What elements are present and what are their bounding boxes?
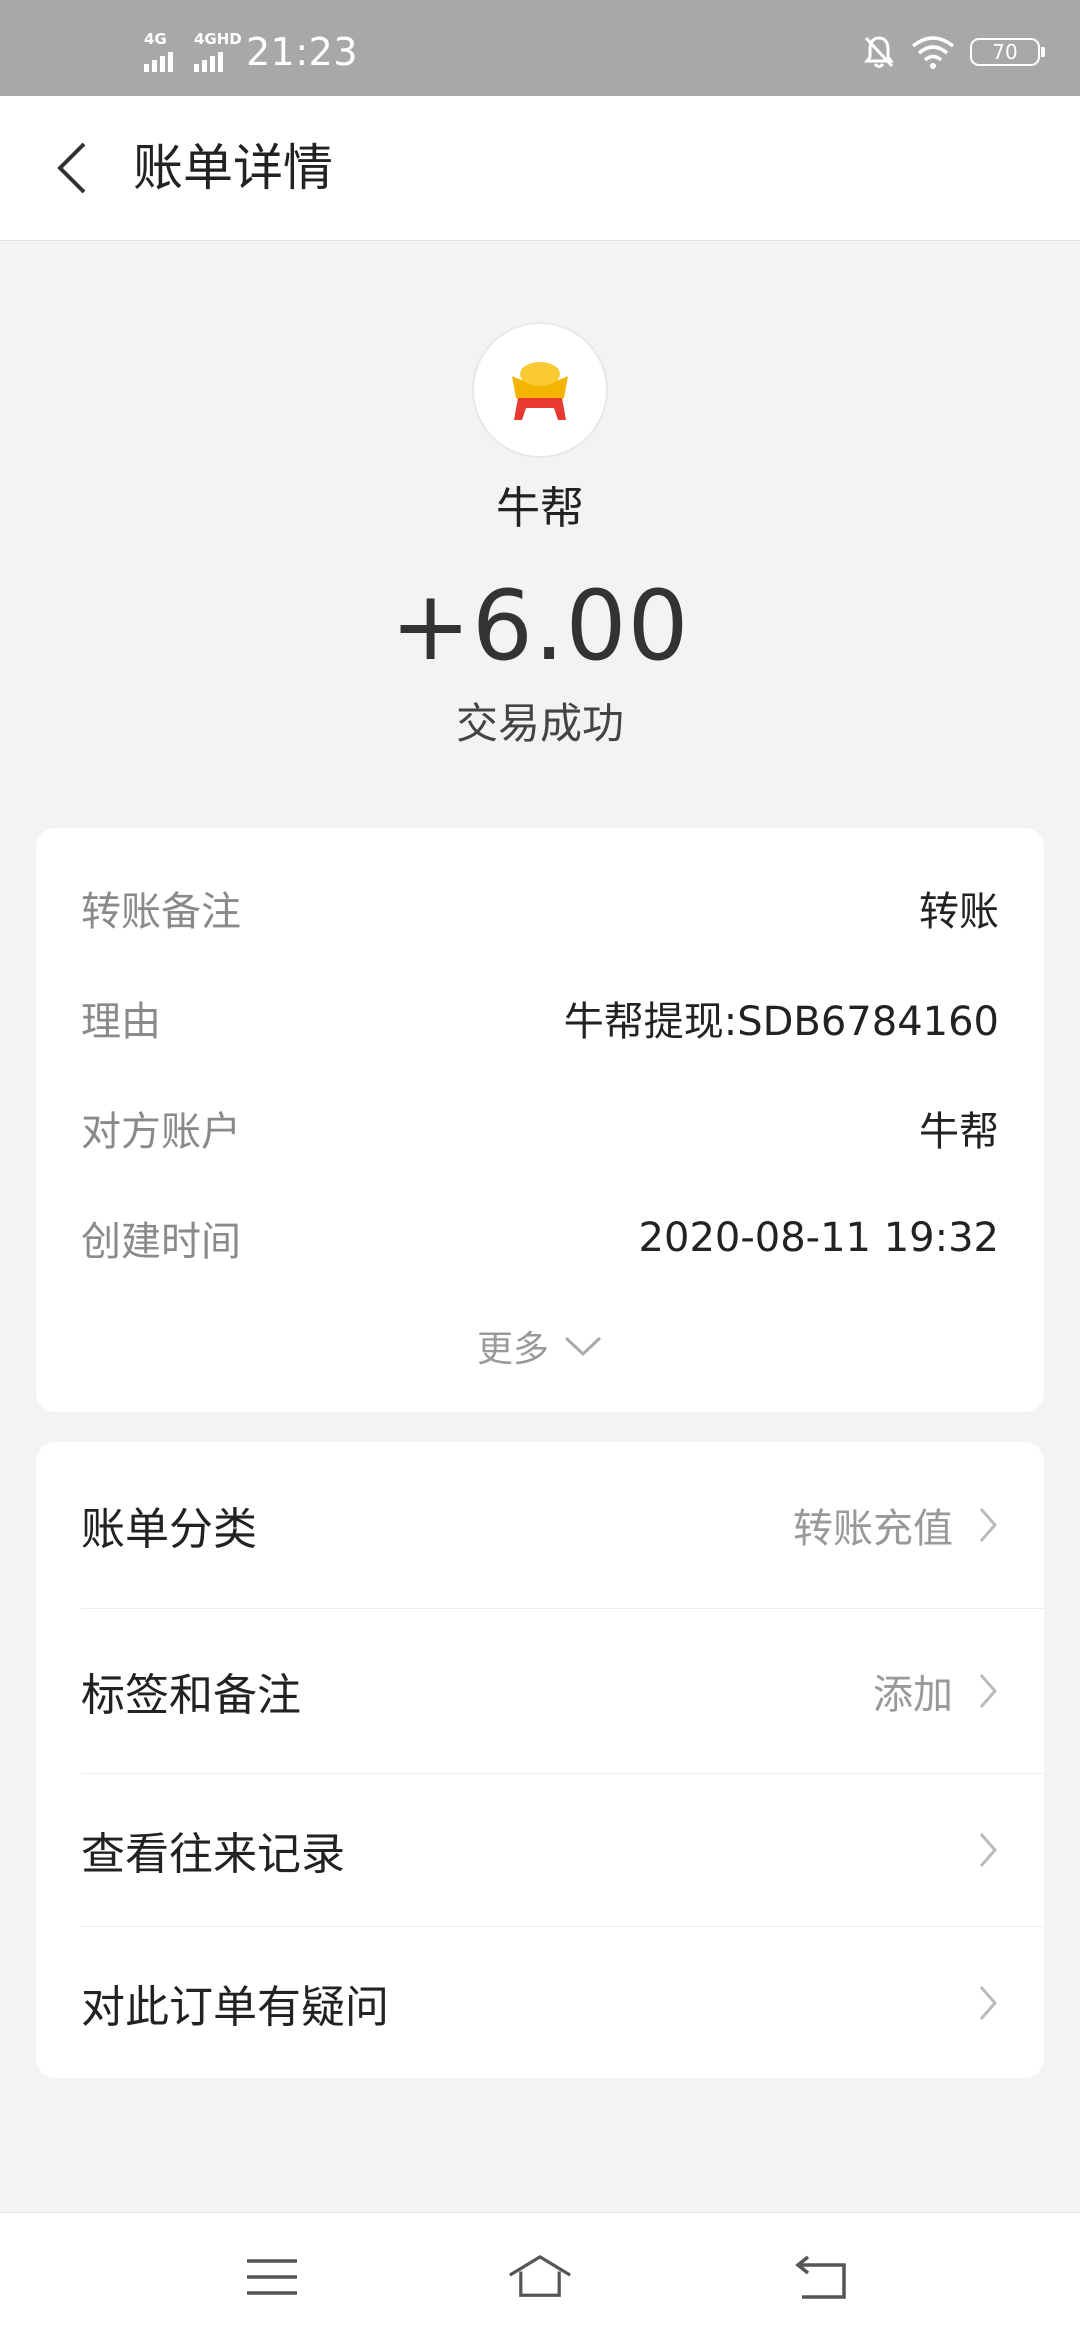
clock: 21:23	[246, 30, 359, 74]
signal-label: 4GHD	[194, 30, 242, 48]
detail-row-created-time: 创建时间 2020-08-11 19:32	[81, 1208, 999, 1268]
detail-label: 转账备注	[81, 889, 241, 935]
page-title: 账单详情	[133, 139, 333, 197]
detail-row-remark: 转账备注 转账	[81, 878, 999, 938]
detail-value: 牛帮	[919, 1109, 999, 1155]
detail-row-account: 对方账户 牛帮	[81, 1098, 999, 1158]
chevron-right-icon	[979, 1985, 997, 2020]
system-nav-bar	[0, 2212, 1080, 2341]
chevron-down-icon	[564, 1336, 602, 1357]
list-item-label: 标签和备注	[81, 1670, 301, 1721]
more-button[interactable]: 更多	[36, 1316, 1044, 1376]
nav-home-button[interactable]	[508, 2247, 572, 2307]
status-bar: 4G 4GHD 21:23 70	[0, 0, 1080, 96]
detail-label: 创建时间	[81, 1219, 241, 1265]
list-item-value: 转账充值	[793, 1506, 953, 1552]
details-card: 转账备注 转账 理由 牛帮提现:SDB6784160 对方账户 牛帮 创建时间 …	[36, 828, 1044, 1412]
list-item-tags-notes[interactable]: 标签和备注 添加	[36, 1609, 1044, 1773]
list-item-label: 对此订单有疑问	[81, 1981, 389, 2033]
actions-card: 账单分类 转账充值 标签和备注 添加 查看往来记录 对此订单有疑问	[36, 1442, 1044, 2078]
merchant-name: 牛帮	[496, 483, 584, 534]
nav-back-button[interactable]	[790, 2247, 854, 2307]
list-item-history[interactable]: 查看往来记录	[36, 1774, 1044, 1926]
detail-label: 理由	[81, 999, 161, 1045]
gold-ingot-icon	[512, 362, 568, 420]
detail-value: 2020-08-11 19:32	[638, 1215, 999, 1261]
list-item-order-question[interactable]: 对此订单有疑问	[36, 1927, 1044, 2078]
signal-4g-icon: 4G	[140, 32, 178, 72]
back-button[interactable]	[36, 132, 108, 204]
list-item-label: 账单分类	[81, 1504, 257, 1555]
list-item-value: 添加	[873, 1672, 953, 1718]
menu-icon	[247, 2259, 297, 2295]
chevron-left-icon	[57, 142, 86, 194]
home-icon	[508, 2255, 572, 2297]
chevron-right-icon	[979, 1674, 997, 1708]
detail-label: 对方账户	[81, 1109, 241, 1155]
detail-value: 转账	[919, 889, 999, 935]
more-label: 更多	[476, 1329, 549, 1370]
back-arrow-icon	[795, 2255, 846, 2299]
list-item-bill-category[interactable]: 账单分类 转账充值	[36, 1442, 1044, 1608]
signal-4ghd-icon: 4GHD	[190, 32, 242, 72]
chevron-right-icon	[979, 1508, 997, 1542]
nav-menu-button[interactable]	[240, 2247, 304, 2307]
list-item-label: 查看往来记录	[81, 1829, 345, 1880]
transaction-amount: +6.00	[390, 570, 690, 682]
wifi-icon	[911, 36, 955, 69]
detail-value: 牛帮提现:SDB6784160	[563, 999, 999, 1045]
merchant-avatar	[472, 322, 608, 458]
detail-row-reason: 理由 牛帮提现:SDB6784160	[81, 988, 999, 1048]
signal-label: 4G	[144, 30, 167, 48]
chevron-right-icon	[979, 1833, 997, 1867]
bell-muted-icon	[864, 36, 894, 68]
battery-indicator: 70	[970, 38, 1045, 66]
app-header: 账单详情	[0, 96, 1080, 241]
transaction-status: 交易成功	[455, 699, 624, 748]
